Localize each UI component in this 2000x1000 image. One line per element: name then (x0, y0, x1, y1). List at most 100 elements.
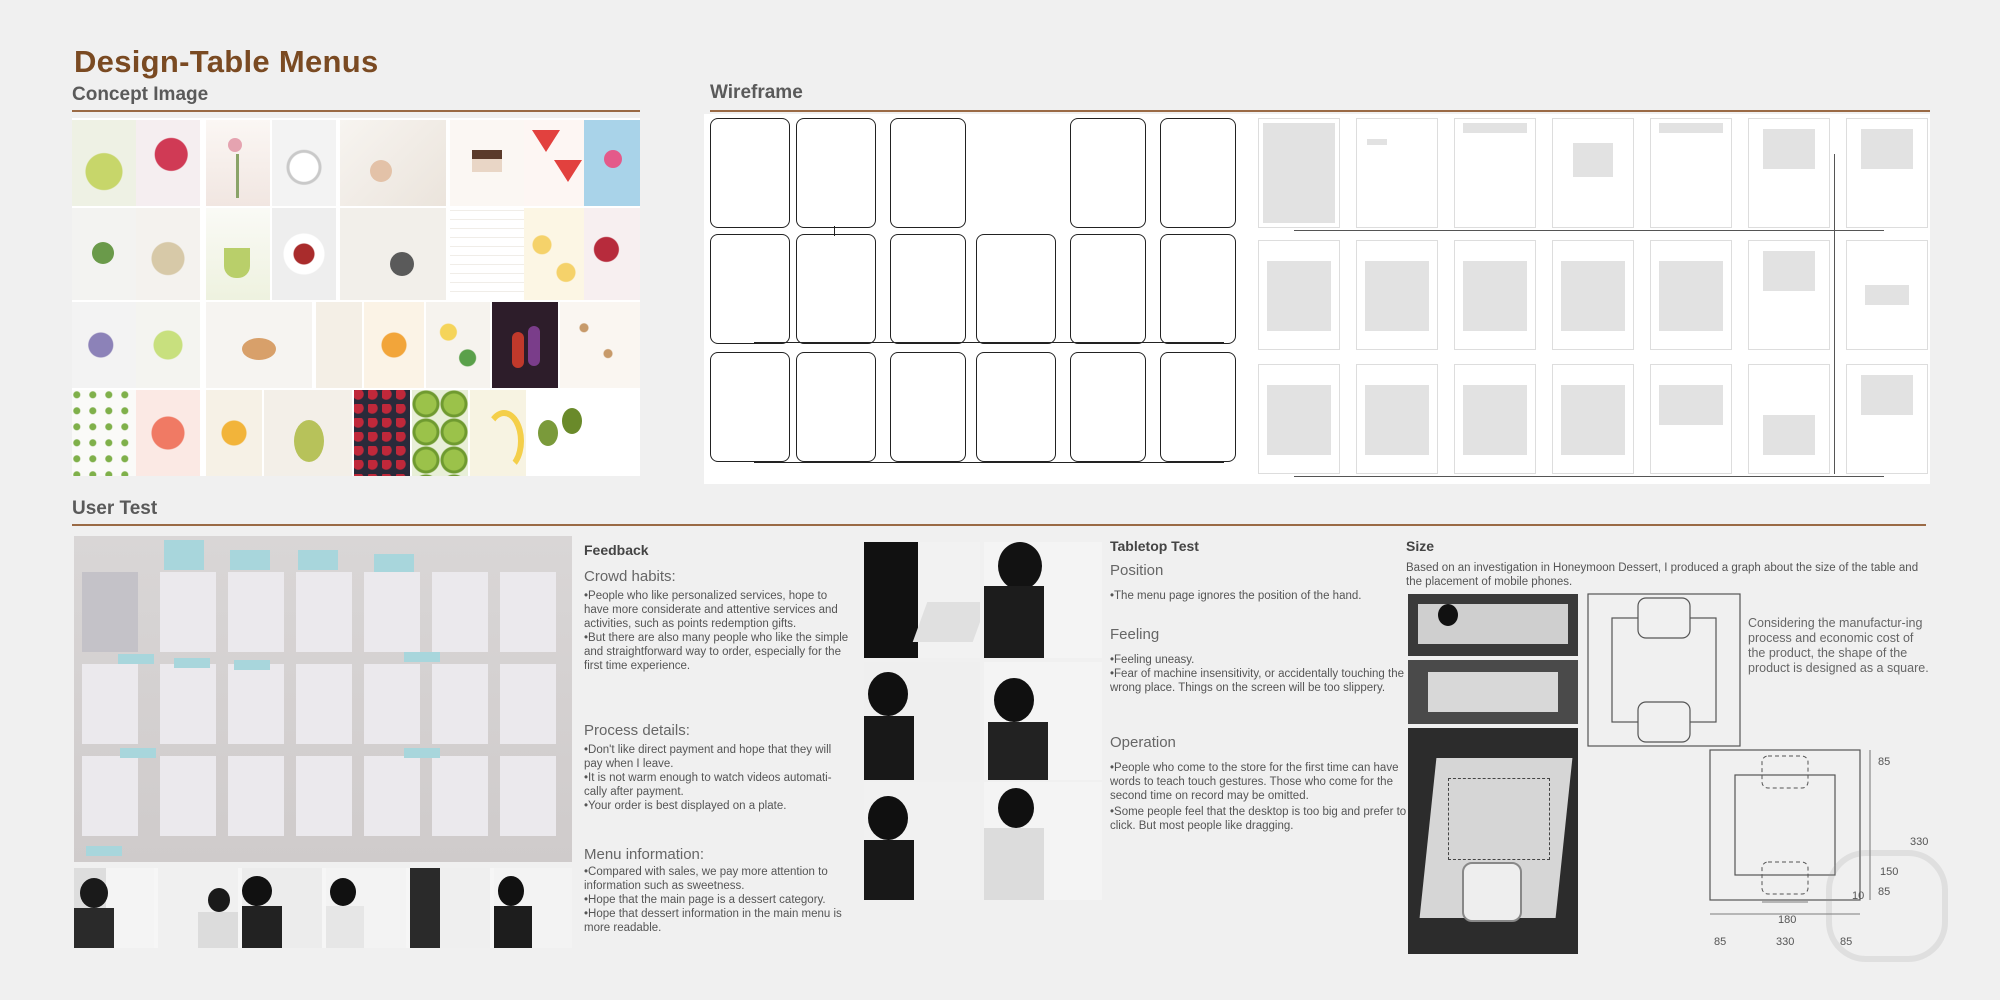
digital-screen (1258, 364, 1340, 474)
feedback-line: •It is not warm enough to watch videos a… (584, 772, 832, 798)
digital-screen (1650, 240, 1732, 350)
tabletop-group-title: Operation (1110, 734, 1176, 751)
size-intro: Based on an investigation in Honeymoon D… (1406, 562, 1919, 588)
wireframe-section-title: Wireframe (710, 82, 803, 103)
dim-label: 330 (1776, 936, 1795, 948)
concept-photo (316, 302, 362, 388)
concept-photo (340, 120, 446, 206)
sketch-screen (976, 234, 1056, 344)
digital-screen (1258, 118, 1340, 228)
concept-photo (136, 208, 200, 300)
user-test-wall-photo (74, 536, 572, 862)
concept-image-collage (72, 118, 640, 476)
concept-photo (272, 208, 336, 300)
feedback-line: •People who like personalized services, … (584, 590, 838, 630)
sketch-screen (890, 118, 966, 228)
concept-photo (136, 120, 200, 206)
seal-watermark-icon (1826, 850, 1948, 962)
feedback-line: •Compared with sales, we pay more attent… (584, 866, 828, 892)
tabletop-heading: Tabletop Test (1110, 538, 1199, 554)
feedback-line: •Your order is best displayed on a plate… (584, 800, 787, 812)
digital-screen (1454, 118, 1536, 228)
sketch-screen (796, 118, 876, 228)
concept-photo (206, 390, 262, 476)
concept-photo (450, 208, 524, 300)
feedback-group-title: Menu information: (584, 846, 705, 863)
sketch-screen (1160, 234, 1236, 344)
concept-rule (72, 110, 640, 112)
wireframe-board (704, 114, 1930, 484)
store-photo-column (1408, 594, 1578, 954)
concept-photo (560, 302, 640, 388)
sketch-screen (710, 118, 790, 228)
concept-photo (584, 208, 640, 300)
digital-screen (1552, 364, 1634, 474)
concept-section-title: Concept Image (72, 84, 209, 105)
user-test-photo-strip (74, 868, 572, 948)
concept-photo (584, 120, 640, 206)
concept-photo (426, 302, 490, 388)
digital-screen (1650, 118, 1732, 228)
concept-photo (72, 120, 136, 206)
concept-photo (264, 390, 352, 476)
concept-photo (206, 120, 270, 206)
digital-screen (1650, 364, 1732, 474)
digital-screen (1356, 118, 1438, 228)
tabletop-line: •Feeling uneasy. (1110, 654, 1195, 666)
concept-photo (364, 302, 424, 388)
concept-photo (492, 302, 558, 388)
digital-screen (1748, 118, 1830, 228)
digital-screen (1356, 240, 1438, 350)
feedback-line: •But there are also many people who like… (584, 632, 849, 672)
sketch-screen (796, 234, 876, 344)
digital-screen (1258, 240, 1340, 350)
sketch-screen (1070, 118, 1146, 228)
concept-photo (72, 302, 136, 388)
feedback-process-group: Process details: •Don't like direct paym… (584, 722, 852, 813)
feedback-crowd-group: Crowd habits: •People who like personali… (584, 568, 852, 673)
wireframe-rule (710, 110, 1930, 112)
concept-photo (354, 390, 410, 476)
feedback-line: •Hope that the main page is a dessert ca… (584, 894, 826, 906)
tabletop-feeling-group: Feeling •Feeling uneasy. •Fear of machin… (1110, 626, 1410, 695)
concept-photo (136, 302, 200, 388)
tabletop-line: •People who come to the store for the fi… (1110, 762, 1399, 802)
feedback-group-title: Crowd habits: (584, 568, 676, 585)
sketch-screen (1160, 352, 1236, 462)
tabletop-line: •Fear of machine insensitivity, or accid… (1110, 668, 1405, 694)
tabletop-position-group: Position •The menu page ignores the posi… (1110, 562, 1410, 603)
size-heading: Size (1406, 538, 1435, 554)
digital-screen (1846, 364, 1928, 474)
concept-photo (524, 208, 584, 300)
dim-label: 180 (1778, 914, 1797, 926)
sketch-screen (1070, 234, 1146, 344)
digital-screen (1846, 240, 1928, 350)
sketch-screen (710, 352, 790, 462)
tabletop-photo-grid (864, 542, 1102, 900)
table-phone-diagram (1587, 593, 1741, 747)
digital-screen (1454, 240, 1536, 350)
concept-photo (136, 390, 200, 476)
digital-screen (1846, 118, 1928, 228)
sketch-screen (1160, 118, 1236, 228)
sketch-screen (890, 352, 966, 462)
concept-photo (412, 390, 468, 476)
sketch-screen (976, 352, 1056, 462)
concept-photo (470, 390, 526, 476)
feedback-line: •Don't like direct payment and hope that… (584, 744, 832, 770)
feedback-line: •Hope that dessert information in the ma… (584, 908, 842, 934)
digital-screen (1748, 240, 1830, 350)
dim-label: 85 (1878, 756, 1891, 768)
usertest-rule (72, 524, 1926, 526)
concept-photo (272, 120, 336, 206)
sketch-screen (796, 352, 876, 462)
tabletop-operation-group: Operation •People who come to the store … (1110, 734, 1410, 833)
concept-photo (340, 208, 446, 300)
usertest-section-title: User Test (72, 498, 158, 519)
dim-label: 85 (1714, 936, 1727, 948)
digital-screen (1552, 118, 1634, 228)
digital-screen (1552, 240, 1634, 350)
sketch-screen (890, 234, 966, 344)
digital-screen (1454, 364, 1536, 474)
feedback-heading: Feedback (584, 542, 649, 558)
